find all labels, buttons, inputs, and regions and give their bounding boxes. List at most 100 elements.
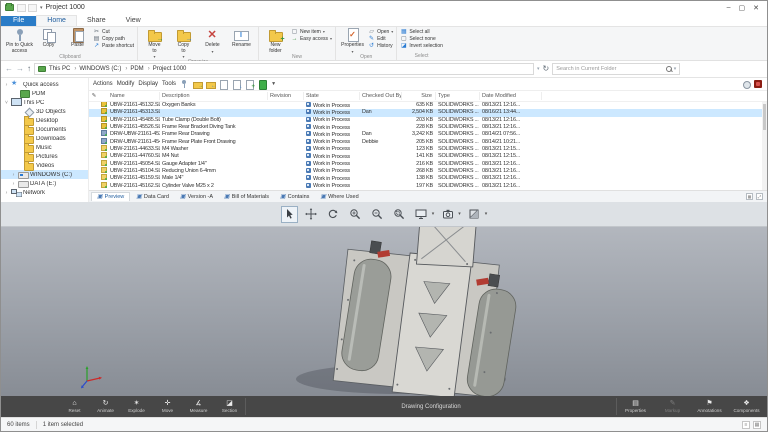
chevron-icon[interactable]: › [4,190,9,196]
column-description[interactable]: Description [160,92,268,100]
easy-access-button[interactable]: → Easy access ▾ [291,36,332,42]
rotate-tool-button[interactable] [325,206,342,223]
column-size[interactable]: Size [402,92,436,100]
menu-modify[interactable]: Modify [117,81,135,87]
column-date-modified[interactable]: Date Modified [480,92,542,100]
settings-icon[interactable] [742,80,751,89]
sidebar-item[interactable]: Music [1,143,88,153]
table-row[interactable]: UBW-21161-45485.SLDASM Tube Clamp (Doubl… [89,115,767,124]
sidebar-item[interactable]: PDM [1,89,88,98]
table-row[interactable]: DRW-UBW-21161-45466.SLDDRW Frame Rear Pl… [89,137,767,146]
pdm-tab[interactable]: ▣ Version -A [175,193,218,201]
table-row[interactable]: UBW-21161-45054.SLDPRT Gauge Adapter 1/4… [89,159,767,168]
cut-button[interactable]: ✂ Cut [93,29,134,35]
viewer-button[interactable]: Section [214,396,245,417]
sidebar-item[interactable]: › DATA (E:) [1,179,88,188]
table-row[interactable]: UBW-21161-45526.SLDASM Frame Rear Bracke… [89,123,767,131]
sidebar-item[interactable]: › Network [1,188,88,197]
zoom-to-fit-button[interactable] [347,206,364,223]
details-view-icon[interactable]: ≡ [742,420,750,429]
table-row[interactable]: UBW-21161-45313.SLDASM Work in Process D… [89,108,767,117]
undock-icon[interactable]: ▦ [746,193,753,200]
pdm-tab[interactable]: ▣ Where Used [315,193,363,201]
table-row[interactable]: UBW-21161-45104.SLDPRT Reducing Union 6-… [89,166,767,175]
viewer-button[interactable]: Properties [617,396,654,417]
column-name[interactable]: Name [108,92,160,100]
column-revision[interactable]: Revision [268,92,304,100]
breadcrumb[interactable]: This PCWINDOWS (C:)PDM Project 1000 [34,63,534,75]
thumbnail-view-icon[interactable]: ▦ [753,420,761,429]
open-button[interactable]: ▱ Open ▾ [368,29,393,35]
menu-actions[interactable]: Actions [93,81,113,87]
sidebar-item[interactable]: › Quick access [1,79,88,89]
new-document-icon[interactable] [245,80,255,90]
viewer-button[interactable]: Reset [59,396,90,417]
breadcrumb-segment[interactable]: PDM [130,66,149,72]
breadcrumb-segment[interactable]: Project 1000 [153,66,187,72]
chevron-icon[interactable]: › [4,82,9,88]
up-icon[interactable]: ↑ [27,65,31,73]
display-style-button[interactable] [413,206,430,223]
viewer-button[interactable]: Annotations [691,396,728,417]
quick-access-toolbar-button[interactable] [17,3,26,12]
select-none-button[interactable]: ▢ Select none [400,36,443,42]
viewer-button[interactable]: Measure [183,396,214,417]
breadcrumb-segment[interactable]: WINDOWS (C:) [79,66,127,72]
zoom-area-button[interactable] [391,206,408,223]
delete-button[interactable]: Delete▾ [199,28,226,54]
close-button[interactable]: ✕ [753,4,759,12]
chevron-icon[interactable]: › [11,181,16,187]
configuration-selector[interactable]: Drawing Configuration [246,396,616,417]
viewer-button[interactable]: Move [152,396,183,417]
pin-icon[interactable] [180,80,189,88]
expand-icon[interactable]: ⤢ [756,193,763,200]
table-row[interactable]: DRW-UBW-21161-45313.SLDDRW Frame Rear Dr… [89,130,767,138]
paste-shortcut-button[interactable]: ↗ Paste shortcut [93,43,134,49]
copy-to-button[interactable]: → Copy to ▾ [170,28,197,59]
vault-status-icon[interactable] [258,80,268,90]
copy-document-icon[interactable] [219,80,229,90]
tab-share[interactable]: Share [77,16,116,26]
pan-tool-button[interactable] [303,206,320,223]
back-icon[interactable]: ← [5,65,13,73]
pdm-tab[interactable]: ▣ Data Card [131,193,174,201]
sidebar-item[interactable]: Pictures [1,152,88,162]
search-input[interactable]: Search in Current Folder ▾ [552,63,681,75]
list-scrollbar[interactable] [762,102,767,190]
table-row[interactable]: UBW-21161-45159.SLDPRT Male 1/4" Work in… [89,174,767,182]
search-dropdown-icon[interactable]: ▾ [674,66,677,72]
viewer-button[interactable]: Markup [654,396,691,417]
new-item-button[interactable]: ▢ New item ▾ [291,29,332,35]
tab-home[interactable]: Home [36,15,77,26]
section-view-button[interactable] [466,206,483,223]
column-type[interactable]: Type [436,92,480,100]
select-all-button[interactable]: ▦ Select all [400,29,443,35]
maximize-button[interactable]: ▢ [739,4,746,12]
table-row[interactable]: UBW-21161-45132.SLDASM Oxygen Banks Work… [89,102,767,109]
viewer-button[interactable]: Explode [121,396,152,417]
select-tool-button[interactable] [280,205,298,223]
pdm-tab[interactable]: ▣ Contains [275,193,314,201]
view-orientation-button[interactable] [439,206,456,223]
section-view-dropdown-icon[interactable]: ▾ [485,211,488,217]
sidebar-item[interactable]: Desktop [1,116,88,126]
column-state[interactable]: State [304,92,360,100]
properties-button[interactable]: Properties▾ [339,28,366,54]
sidebar-item[interactable]: ˅ This PC [1,98,88,107]
sidebar-item[interactable]: Downloads [1,134,88,144]
more-tools-dropdown-icon[interactable]: ▼ [271,81,276,87]
sidebar-item[interactable]: Documents [1,125,88,135]
quick-access-toolbar-button[interactable] [28,3,37,12]
sidebar-item[interactable]: › WINDOWS (C:) [1,170,88,179]
table-row[interactable]: UBW-21161-44633.SLDPRT M4 Washer Work in… [89,144,767,153]
forward-icon[interactable]: → [16,65,24,73]
pin-to-quick-access-button[interactable]: Pin to Quick access [6,28,33,54]
viewer-button[interactable]: Animate [90,396,121,417]
pdm-tab[interactable]: ▣ Bill of Materials [219,193,274,201]
pdm-tab[interactable]: ▣ Preview [91,192,131,201]
sidebar-item[interactable]: Videos [1,161,88,171]
3d-model-viewport[interactable] [1,227,767,399]
chevron-icon[interactable]: ˅ [4,100,9,106]
refresh-icon[interactable]: ↻ [543,65,550,73]
edit-button[interactable]: ✎ Edit [368,36,393,42]
